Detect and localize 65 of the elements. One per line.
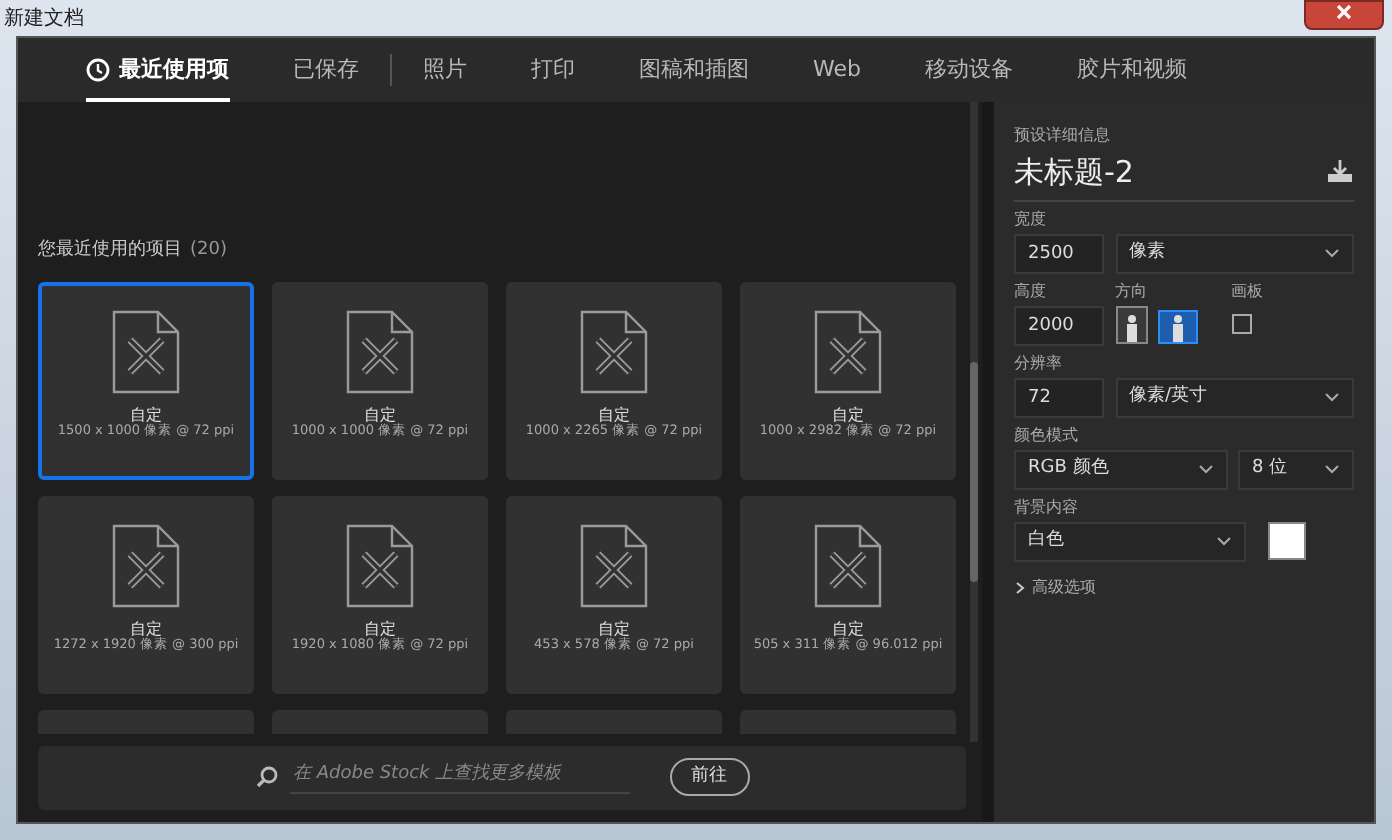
artboard-checkbox[interactable]: [1231, 313, 1251, 333]
portrait-button[interactable]: [1115, 305, 1147, 343]
search-field[interactable]: 在 Adobe Stock 上查找更多模板: [289, 760, 629, 794]
advanced-options-toggle[interactable]: 高级选项: [1014, 575, 1096, 599]
chevron-down-icon: [1216, 536, 1232, 546]
person-icon: [1125, 313, 1137, 341]
document-icon: [346, 523, 414, 607]
go-button[interactable]: 前往: [669, 757, 749, 797]
field-label: 分辨率: [1014, 355, 1064, 371]
chevron-down-icon: [1324, 464, 1340, 474]
preset-name: 自定: [598, 621, 630, 637]
text-field[interactable]: 2500: [1014, 233, 1104, 273]
close-button[interactable]: [1304, 0, 1384, 29]
dropdown[interactable]: 像素/英寸: [1115, 377, 1354, 417]
color-swatch[interactable]: [1268, 522, 1306, 560]
chevron-down-icon: [1197, 464, 1213, 474]
field-label: 背景内容: [1014, 499, 1080, 515]
section-heading: 您最近使用的项目: [38, 240, 182, 260]
tab[interactable]: 最近使用项: [53, 38, 261, 102]
field-label: 预设详细信息: [1014, 128, 1112, 144]
dropdown[interactable]: 像素: [1115, 233, 1354, 273]
dropdown[interactable]: 白色: [1014, 521, 1246, 561]
field-label: 画板: [1231, 283, 1263, 299]
document-icon: [814, 309, 882, 393]
preset-name: 自定: [364, 407, 396, 423]
close-icon: [1336, 4, 1352, 21]
text-field[interactable]: 2000: [1014, 305, 1104, 345]
tab[interactable]: 打印: [499, 38, 607, 102]
download-icon[interactable]: [1326, 160, 1354, 185]
preset-name: 自定: [130, 621, 162, 637]
landscape-button[interactable]: [1158, 309, 1198, 343]
preset-name: 自定: [832, 621, 864, 637]
document-icon: [580, 309, 648, 393]
chevron-down-icon: [1324, 392, 1340, 402]
preset-name: 自定: [832, 407, 864, 423]
chevron-down-icon: [1324, 248, 1340, 258]
dropdown[interactable]: 8 位: [1238, 449, 1354, 489]
document-icon: [580, 523, 648, 607]
preset-name: 自定: [598, 407, 630, 423]
field-label: 宽度: [1014, 211, 1048, 227]
search-icon: [255, 766, 277, 788]
window-title: 新建文档: [4, 5, 84, 33]
document-name: 未标题-2: [1014, 152, 1134, 194]
tab[interactable]: 移动设备: [892, 38, 1045, 102]
document-icon: [112, 523, 180, 607]
field-label: 高度: [1014, 283, 1048, 299]
tab[interactable]: 图稿和插图: [607, 38, 781, 102]
item-count: (20): [190, 240, 227, 260]
field-label: 方向: [1115, 283, 1149, 299]
field-label: 颜色模式: [1014, 427, 1080, 443]
preset-name: 自定: [130, 407, 162, 423]
chevron-right-icon: [1014, 581, 1026, 593]
document-icon: [814, 523, 882, 607]
clock-icon: [85, 58, 109, 82]
scrollbar[interactable]: [970, 102, 978, 742]
document-icon: [346, 309, 414, 393]
document-icon: [112, 309, 180, 393]
dropdown[interactable]: RGB 颜色: [1014, 449, 1227, 489]
person-icon: [1172, 313, 1184, 341]
tab[interactable]: 照片: [391, 38, 499, 102]
tab[interactable]: 胶片和视频: [1044, 38, 1219, 102]
tab[interactable]: Web: [781, 38, 893, 102]
text-field[interactable]: 72: [1014, 377, 1104, 417]
preset-name: 自定: [364, 621, 396, 637]
tab[interactable]: 已保存: [261, 38, 391, 102]
